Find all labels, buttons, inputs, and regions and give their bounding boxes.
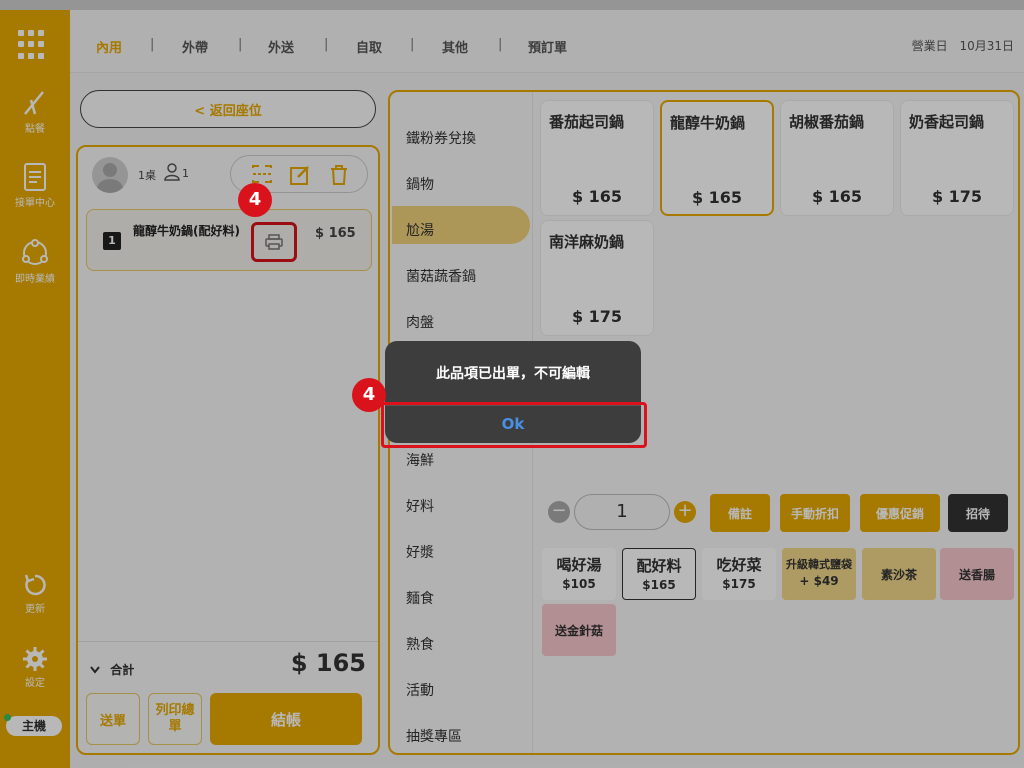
alert-message: 此品項已出單，不可編輯 [436,366,590,382]
step-badge: 4 [352,378,386,412]
ok-highlight-frame [381,402,647,448]
step-badge: 4 [238,183,272,217]
pos-app: 點餐 接單中心 即時業績 更新 設定 主機 內用 | 外帶 | 外送 | 自取 … [0,0,1024,768]
